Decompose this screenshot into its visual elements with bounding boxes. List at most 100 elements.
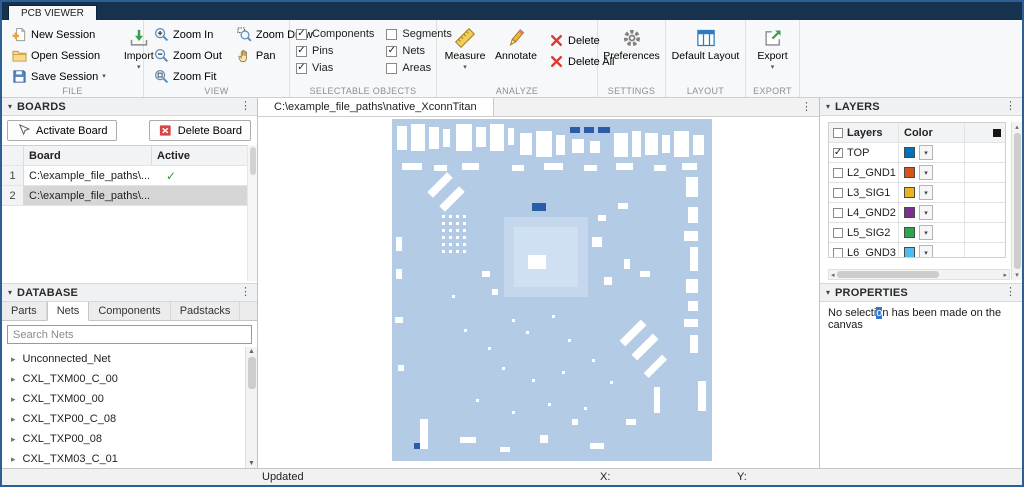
kebab-menu-icon[interactable]: ⋮ [240,287,251,298]
color-dropdown-button[interactable]: ▾ [919,225,933,240]
preferences-button[interactable]: Preferences [604,25,659,83]
expand-icon[interactable]: ▸ [11,435,16,444]
document-tab[interactable]: C:\example_file_paths\native_XconnTitan [258,98,494,116]
layer-color-swatch[interactable] [904,187,915,198]
select-all-checkbox[interactable] [833,128,843,138]
database-tab-components[interactable]: Components [89,302,170,320]
color-dropdown-button[interactable]: ▾ [919,165,933,180]
delete-board-button[interactable]: Delete Board [149,120,251,141]
expand-icon[interactable]: ▸ [11,375,16,384]
net-list-item[interactable]: ▸CXL_TXP00_08 [2,429,245,449]
layer-checkbox[interactable]: ✓ [833,148,843,158]
chevron-down-icon: ▾ [137,64,141,71]
boards-panel-header[interactable]: ▾ BOARDS ⋮ [2,98,257,116]
expand-icon[interactable]: ▸ [11,395,16,404]
delete-all-x-icon [549,54,564,69]
scroll-up-icon[interactable]: ▴ [1015,123,1019,131]
net-list-item[interactable]: ▸CXL_TXM00_00 [2,389,245,409]
pcb-canvas[interactable] [258,117,819,468]
board-row[interactable]: 1C:\example_file_paths\...✓ [2,166,257,186]
scrollbar-thumb[interactable] [250,147,256,175]
net-list-item[interactable]: ▸Unconnected_Net [2,349,245,369]
layers-table-body: ✓TOP▾L2_GND1▾L3_SIG1▾L4_GND2▾L5_SIG2▾L6_… [829,143,1005,258]
color-dropdown-button[interactable]: ▾ [919,185,933,200]
search-row [2,321,257,347]
layer-checkbox[interactable] [833,228,843,238]
scroll-right-icon[interactable]: ▸ [1003,271,1007,279]
layer-checkbox[interactable] [833,208,843,218]
pcb-board-image[interactable] [392,119,712,461]
measure-button[interactable]: Measure▾ [443,25,487,83]
database-tab-nets[interactable]: Nets [47,302,90,321]
color-dropdown-button[interactable]: ▾ [919,205,933,220]
database-tab-padstacks[interactable]: Padstacks [171,302,241,320]
zoom-out-button[interactable]: Zoom Out [150,46,226,65]
zoom-in-button[interactable]: Zoom In [150,25,226,44]
kebab-menu-icon[interactable]: ⋮ [794,98,819,116]
selectable-vias-checkbox[interactable]: ✓Vias [296,62,374,74]
expand-icon[interactable]: ▸ [11,455,16,464]
new-session-button[interactable]: New Session [8,25,110,44]
net-list-item[interactable]: ▸CXL_TXM00_C_00 [2,369,245,389]
database-scrollbar[interactable]: ▲ ▼ [245,347,257,468]
collapse-icon[interactable]: ▾ [826,289,830,297]
zoom-fit-button[interactable]: Zoom Fit [150,67,226,86]
open-session-button[interactable]: Open Session [8,46,110,65]
color-dropdown-button[interactable]: ▾ [919,245,933,258]
boards-table-body: 1C:\example_file_paths\...✓2C:\example_f… [2,166,257,206]
layer-row[interactable]: ✓TOP▾ [829,143,1005,163]
boards-scrollbar[interactable] [247,145,257,281]
scroll-down-icon[interactable]: ▼ [248,460,255,467]
search-input[interactable] [7,325,252,344]
activate-board-button[interactable]: Activate Board [7,120,117,141]
default-layout-button[interactable]: Default Layout [672,25,739,83]
net-list-item[interactable]: ▸CXL_TXP00_C_08 [2,409,245,429]
layer-color-swatch[interactable] [904,147,915,158]
collapse-icon[interactable]: ▾ [8,103,12,111]
scrollbar-thumb[interactable] [248,357,256,389]
layer-color-swatch[interactable] [904,207,915,218]
layers-panel-header[interactable]: ▾ LAYERS ⋮ [820,98,1022,116]
scrollbar-thumb[interactable] [1014,133,1021,269]
scroll-up-icon[interactable]: ▲ [248,348,255,355]
database-panel-header[interactable]: ▾ DATABASE ⋮ [2,284,257,302]
layer-color-swatch[interactable] [904,227,915,238]
layer-color-swatch[interactable] [904,167,915,178]
layers-vertical-scrollbar[interactable]: ▴ ▾ [1011,122,1022,280]
layer-row[interactable]: L4_GND2▾ [829,203,1005,223]
layer-checkbox[interactable] [833,248,843,258]
layer-row[interactable]: L3_SIG1▾ [829,183,1005,203]
delete-x-icon [549,33,564,48]
export-button[interactable]: Export▾ [751,25,795,83]
properties-panel-header[interactable]: ▾ PROPERTIES ⋮ [820,284,1022,302]
database-tab-parts[interactable]: Parts [2,302,47,320]
kebab-menu-icon[interactable]: ⋮ [1005,287,1016,298]
board-column-header: Board [24,146,152,165]
new-session-icon [12,27,27,42]
layer-row[interactable]: L2_GND1▾ [829,163,1005,183]
save-session-button[interactable]: Save Session▾ [8,67,110,86]
properties-message: No selection has been made on the canvas [820,302,1022,336]
layer-row[interactable]: L6_GND3▾ [829,243,1005,258]
layer-row[interactable]: L5_SIG2▾ [829,223,1005,243]
selectable-components-checkbox[interactable]: ✓Components [296,28,374,40]
selectable-pins-checkbox[interactable]: ✓Pins [296,45,374,57]
kebab-menu-icon[interactable]: ⋮ [1005,101,1016,112]
collapse-icon[interactable]: ▾ [8,289,12,297]
annotate-button[interactable]: Annotate [494,25,538,83]
board-row[interactable]: 2C:\example_file_paths\... [2,186,257,206]
collapse-icon[interactable]: ▾ [826,103,830,111]
net-list-item[interactable]: ▸CXL_TXM03_C_01 [2,449,245,468]
color-dropdown-button[interactable]: ▾ [919,145,933,160]
layer-checkbox[interactable] [833,188,843,198]
scroll-down-icon[interactable]: ▾ [1015,271,1019,279]
expand-icon[interactable]: ▸ [11,355,16,364]
scroll-left-icon[interactable]: ◂ [831,271,835,279]
scrollbar-thumb[interactable] [837,271,939,278]
tab-pcb-viewer[interactable]: PCB VIEWER [8,5,97,20]
kebab-menu-icon[interactable]: ⋮ [240,101,251,112]
layer-checkbox[interactable] [833,168,843,178]
expand-icon[interactable]: ▸ [11,415,16,424]
layers-horizontal-scrollbar[interactable]: ◂ ▸ [828,269,1010,280]
layer-color-swatch[interactable] [904,247,915,258]
